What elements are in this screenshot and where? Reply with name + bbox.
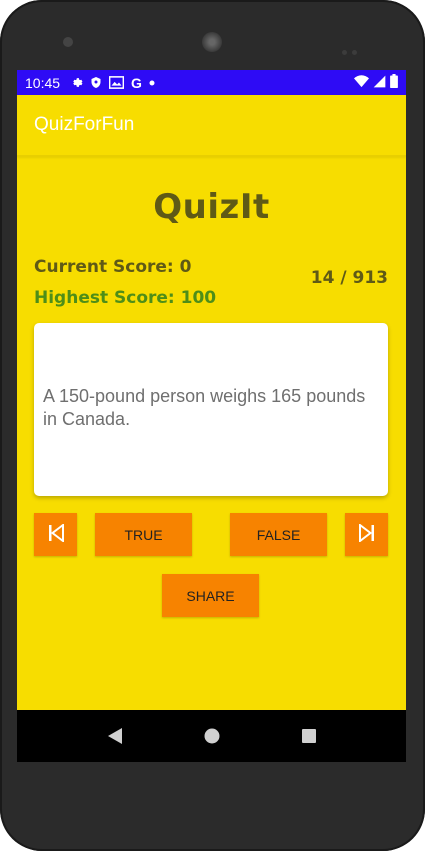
battery-icon — [390, 74, 398, 91]
phone-frame: 10:45 G QuizForFun QuizIt Current Score:… — [0, 0, 425, 851]
google-icon: G — [131, 74, 142, 91]
quiz-content: QuizIt Current Score: 0 Highest Score: 1… — [17, 157, 406, 762]
question-progress: 14 / 913 — [310, 268, 388, 288]
skip-next-icon — [358, 522, 375, 545]
current-score: Current Score: 0 — [34, 257, 192, 277]
question-text: A 150-pound person weighs 165 pounds in … — [43, 386, 366, 429]
signal-icon — [373, 75, 386, 91]
quiz-title: QuizIt — [153, 187, 270, 227]
front-camera — [63, 37, 73, 47]
sensors — [342, 40, 364, 55]
app-title: QuizForFun — [34, 114, 135, 135]
skip-previous-icon — [48, 522, 64, 545]
status-bar: 10:45 G — [17, 70, 406, 95]
dot-icon — [149, 80, 155, 86]
wifi-icon — [354, 74, 369, 91]
navigation-bar — [17, 710, 406, 762]
back-icon[interactable] — [105, 726, 125, 746]
recents-icon[interactable] — [299, 726, 319, 746]
previous-button[interactable] — [34, 513, 77, 556]
home-icon[interactable] — [202, 726, 222, 746]
gear-icon — [70, 76, 83, 89]
highest-score: Highest Score: 100 — [34, 288, 217, 308]
app-bar: QuizForFun — [17, 95, 406, 157]
shield-icon — [90, 76, 102, 89]
share-button[interactable]: SHARE — [162, 574, 259, 617]
status-right — [354, 74, 398, 91]
status-time: 10:45 — [25, 74, 61, 91]
next-button[interactable] — [345, 513, 388, 556]
false-button[interactable]: FALSE — [230, 513, 327, 556]
screen: 10:45 G QuizForFun QuizIt Current Score:… — [17, 70, 406, 762]
true-button[interactable]: TRUE — [95, 513, 192, 556]
mail-icon — [109, 76, 125, 89]
question-card: A 150-pound person weighs 165 pounds in … — [34, 323, 388, 496]
speaker-grille — [202, 32, 222, 52]
